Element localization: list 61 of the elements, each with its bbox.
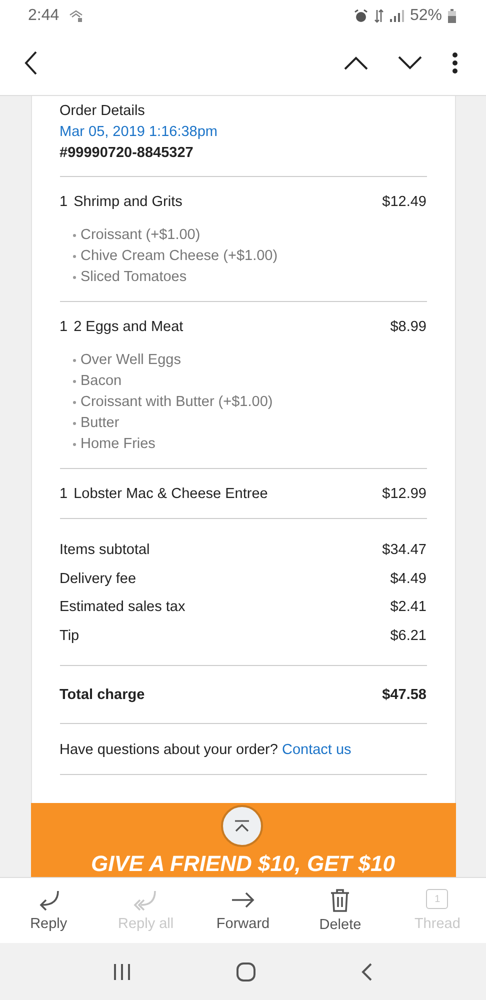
home-icon <box>236 962 256 982</box>
promo-headline: GIVE A FRIEND $10, GET $10 <box>90 852 396 876</box>
item-price: $12.99 <box>382 485 426 504</box>
trash-icon <box>329 888 352 912</box>
total-label: Tip <box>60 626 80 646</box>
alarm-icon <box>354 9 368 23</box>
item-option: Croissant with Butter (+$1.00) <box>80 392 273 413</box>
order-number: #99990720-8845327 <box>60 144 194 163</box>
item-quantity: 1 <box>60 318 68 337</box>
item-quantity: 1 <box>60 193 68 212</box>
total-label: Estimated sales tax <box>60 598 186 617</box>
item-option: Bacon <box>80 371 122 392</box>
total-charge-label: Total charge <box>60 686 145 705</box>
item-name: Shrimp and Grits <box>74 193 184 212</box>
more-icon <box>452 52 458 74</box>
total-label: Delivery fee <box>60 570 136 588</box>
bullet-icon <box>72 359 76 362</box>
notification-icon <box>69 10 84 22</box>
item-option: Over Well Eggs <box>80 350 181 371</box>
total-label: Items subtotal <box>60 541 150 560</box>
item-option: Croissant (+$1.00) <box>80 225 200 246</box>
total-value: $4.49 <box>390 570 426 588</box>
questions-text: Have questions about your order? <box>60 742 278 758</box>
bullet-icon <box>72 443 76 446</box>
item-quantity: 1 <box>60 485 68 504</box>
contact-link[interactable]: Contact us <box>282 742 352 758</box>
bullet-icon <box>72 422 76 425</box>
reply-all-icon <box>132 889 159 911</box>
back-icon <box>24 51 38 75</box>
total-charge-value: $47.58 <box>382 686 426 705</box>
order-date: Mar 05, 2019 1:16:38pm <box>60 123 218 142</box>
bullet-icon <box>72 255 76 258</box>
reply-button[interactable]: Reply <box>0 878 98 943</box>
bullet-icon <box>72 234 76 237</box>
data-transfer-icon <box>374 9 384 23</box>
bullet-icon <box>72 276 76 279</box>
scroll-top-icon <box>234 820 250 832</box>
bullet-icon <box>72 380 76 383</box>
total-value: $2.41 <box>390 598 426 617</box>
item-name: Lobster Mac & Cheese Entree <box>74 485 269 504</box>
battery-icon <box>448 9 456 23</box>
item-option: Sliced Tomatoes <box>80 267 187 288</box>
signal-icon <box>390 10 404 22</box>
item-name: 2 Eggs and Meat <box>74 318 184 337</box>
back-icon <box>361 962 374 980</box>
item-option: Chive Cream Cheese (+$1.00) <box>80 246 278 267</box>
total-value: $6.21 <box>390 626 426 646</box>
total-value: $34.47 <box>382 541 426 560</box>
forward-button[interactable]: Forward <box>194 878 292 943</box>
order-heading: Order Details <box>60 102 146 121</box>
chevron-up-icon <box>344 56 368 70</box>
recent-apps-icon <box>112 962 131 980</box>
status-time: 2:44 <box>28 7 60 25</box>
battery-percent: 52% <box>410 7 442 25</box>
bullet-icon <box>72 401 76 404</box>
item-price: $8.99 <box>390 318 426 337</box>
chevron-down-icon <box>398 56 422 70</box>
delete-button[interactable]: Delete <box>292 878 389 943</box>
item-option: Butter <box>80 413 120 434</box>
item-option: Home Fries <box>80 434 156 455</box>
item-price: $12.49 <box>382 193 426 212</box>
